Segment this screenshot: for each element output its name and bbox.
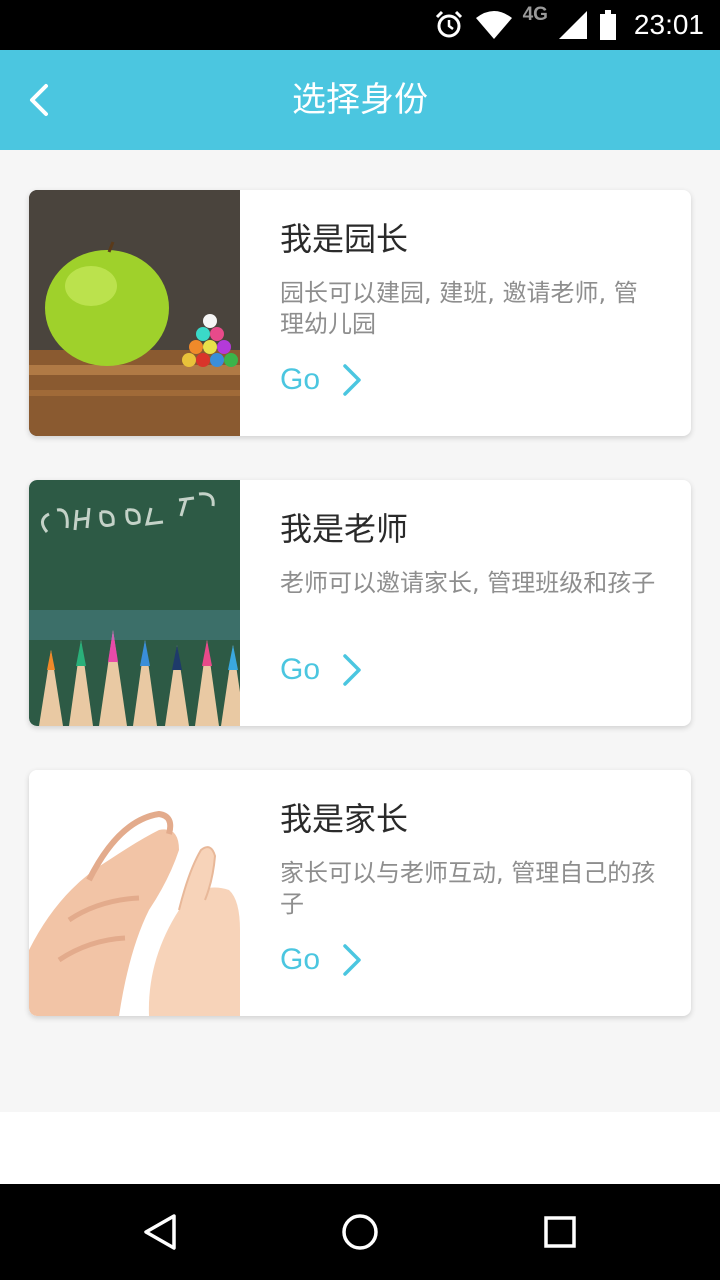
network-type-label: 4G [522, 4, 548, 25]
battery-icon [599, 10, 616, 40]
go-button[interactable]: Go [280, 360, 362, 400]
alarm-icon [435, 10, 462, 38]
parent-child-hands-image [29, 770, 240, 1016]
page-title: 选择身份 [292, 80, 428, 120]
nav-recents-button[interactable] [540, 1212, 580, 1252]
status-icons: 4G 23:01 [433, 0, 704, 50]
wifi-icon [475, 11, 512, 39]
go-label: Go [280, 363, 321, 396]
role-card-principal[interactable]: 我是园长 园长可以建园, 建班, 邀请老师, 管理幼儿园 Go [29, 190, 691, 436]
chevron-right-icon [343, 364, 361, 396]
chevron-right-icon [343, 944, 361, 976]
role-title: 我是园长 [280, 220, 409, 258]
role-card-parent[interactable]: 我是家长 家长可以与老师互动, 管理自己的孩子 Go [29, 770, 691, 1016]
back-triangle-icon [144, 1214, 176, 1250]
role-title: 我是老师 [280, 510, 409, 548]
app-bar: 选择身份 [0, 50, 720, 150]
go-label: Go [280, 653, 321, 686]
cell-signal-icon [558, 11, 587, 39]
nav-back-button[interactable] [140, 1212, 180, 1252]
home-circle-icon [342, 1214, 378, 1250]
role-description: 家长可以与老师互动, 管理自己的孩子 [280, 859, 656, 918]
back-button[interactable] [14, 68, 78, 132]
go-label: Go [280, 943, 321, 976]
status-bar: 4G 23:01 [0, 0, 720, 50]
go-button[interactable]: Go [280, 650, 362, 690]
role-list: 我是园长 园长可以建园, 建班, 邀请老师, 管理幼儿园 Go 我是老师 老师可… [0, 150, 720, 1112]
role-title: 我是家长 [280, 800, 409, 838]
school-chalkboard-pencils-image [29, 480, 240, 726]
system-nav-bar [0, 1184, 720, 1280]
role-description: 园长可以建园, 建班, 邀请老师, 管理幼儿园 [280, 279, 638, 338]
status-time: 23:01 [633, 9, 704, 40]
apple-and-pencils-image [29, 190, 240, 436]
role-description: 老师可以邀请家长, 管理班级和孩子 [280, 569, 656, 597]
chevron-right-icon [343, 654, 361, 686]
role-card-teacher[interactable]: 我是老师 老师可以邀请家长, 管理班级和孩子 Go [29, 480, 691, 726]
chevron-left-icon [30, 84, 48, 116]
go-button[interactable]: Go [280, 940, 362, 980]
recents-square-icon [544, 1216, 576, 1248]
nav-home-button[interactable] [340, 1212, 380, 1252]
